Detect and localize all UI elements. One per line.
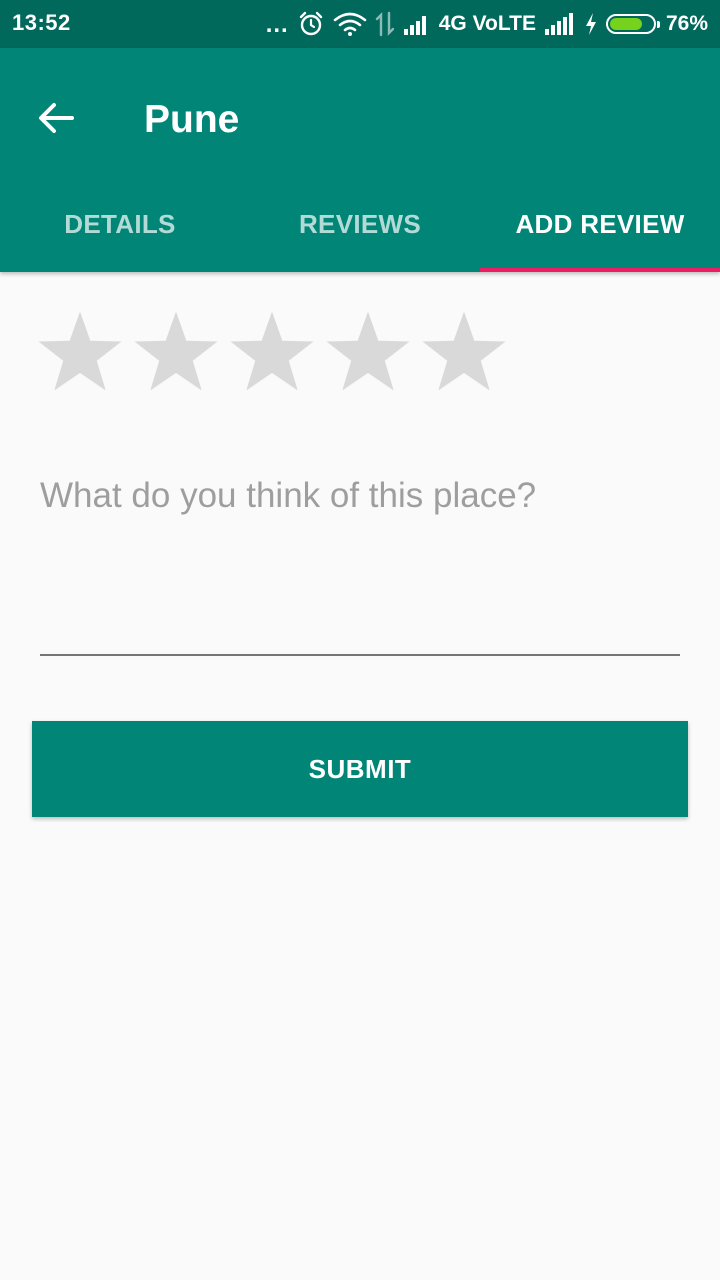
star-icon[interactable] [324, 308, 412, 392]
review-input[interactable] [40, 456, 680, 656]
status-time: 13:52 [12, 10, 71, 35]
star-icon[interactable] [36, 308, 124, 392]
tab-details[interactable]: DETAILS [0, 176, 240, 272]
data-arrows-icon [375, 11, 395, 37]
arrow-back-icon [38, 102, 74, 139]
wifi-icon [333, 11, 367, 37]
star-icon[interactable] [132, 308, 220, 392]
status-icons: ... 4G VoLTE 76% [266, 0, 708, 48]
status-bar: 13:52 ... 4G VoLTE 76% [0, 0, 720, 48]
add-review-page: SUBMIT [0, 272, 720, 1280]
battery-fill [609, 18, 642, 30]
page-title: Pune [144, 98, 240, 141]
tab-reviews[interactable]: REVIEWS [240, 176, 480, 272]
app-bar: Pune DETAILS REVIEWS ADD REVIEW [0, 48, 720, 272]
star-icon[interactable] [420, 308, 508, 392]
rating-bar[interactable] [36, 308, 508, 392]
alarm-icon [297, 10, 325, 38]
battery-icon [605, 14, 660, 34]
tab-bar: DETAILS REVIEWS ADD REVIEW [0, 176, 720, 272]
notification-dots: ... [265, 11, 289, 38]
battery-percent: 76% [665, 12, 708, 35]
submit-button[interactable]: SUBMIT [32, 721, 688, 817]
back-button[interactable] [24, 88, 88, 152]
network-type: 4G VoLTE [438, 12, 536, 35]
charging-icon [584, 12, 598, 36]
tab-add-review[interactable]: ADD REVIEW [480, 176, 720, 272]
signal-icon [544, 12, 576, 36]
signal-icon [403, 12, 431, 36]
star-icon[interactable] [228, 308, 316, 392]
